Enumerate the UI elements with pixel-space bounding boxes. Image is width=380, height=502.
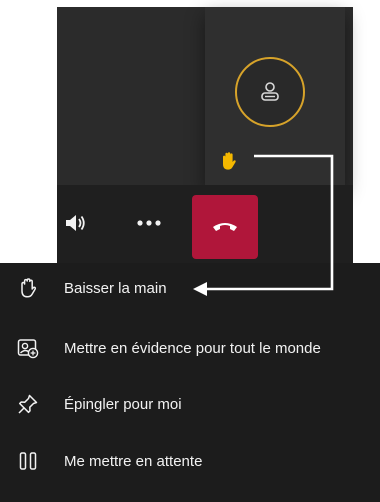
hang-up-icon <box>213 223 237 231</box>
menu-item-pin[interactable]: Épingler pour moi <box>0 379 380 429</box>
menu-item-label: Baisser la main <box>64 279 167 297</box>
participant-avatar <box>235 57 305 127</box>
menu-item-spotlight[interactable]: Mettre en évidence pour tout le monde <box>0 323 380 373</box>
call-controls <box>57 185 353 263</box>
raised-hand-icon <box>219 151 239 171</box>
speaker-icon <box>66 215 85 231</box>
speaker-button[interactable] <box>57 203 97 243</box>
participant-context-menu: Baisser la main Mettre en évidence pour … <box>0 263 380 502</box>
menu-item-hold[interactable]: Me mettre en attente <box>0 436 380 486</box>
call-area <box>57 7 353 263</box>
pause-icon <box>15 448 41 474</box>
hand-icon <box>15 275 41 301</box>
person-icon <box>261 82 279 101</box>
spotlight-icon <box>15 335 41 361</box>
hang-up-button[interactable] <box>192 195 258 259</box>
pin-icon <box>15 391 41 417</box>
menu-item-label: Mettre en évidence pour tout le monde <box>64 339 321 357</box>
more-options-button[interactable] <box>133 203 165 243</box>
menu-item-label: Épingler pour moi <box>64 395 182 413</box>
menu-item-label: Me mettre en attente <box>64 452 203 470</box>
more-options-icon <box>137 220 161 226</box>
participant-tile[interactable] <box>205 7 345 185</box>
menu-item-lower-hand[interactable]: Baisser la main <box>0 263 380 313</box>
